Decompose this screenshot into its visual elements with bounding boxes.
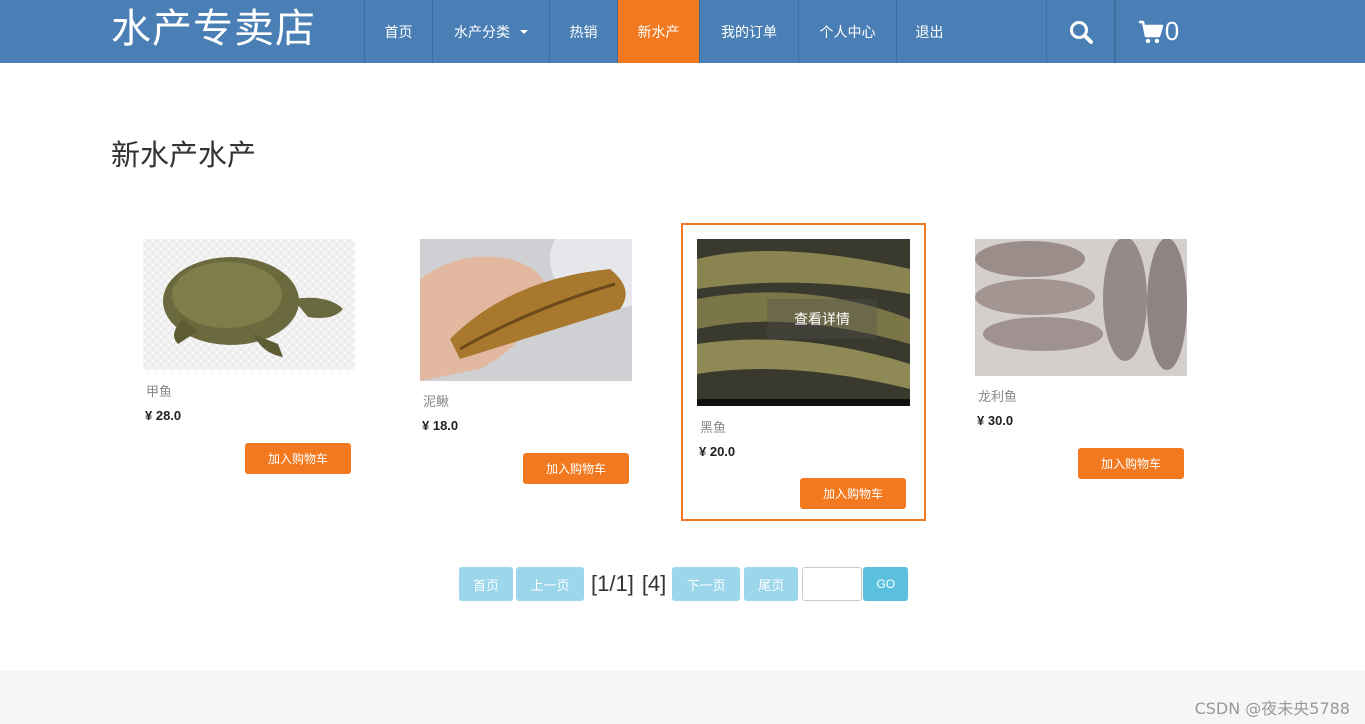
nav-tools: 0: [1046, 0, 1187, 63]
go-button[interactable]: GO: [863, 567, 909, 601]
watermark: CSDN @夜未央5788: [1194, 699, 1350, 718]
product-card-hovered: 查看详情 黑鱼 ¥ 20.0 加入购物车: [681, 223, 926, 521]
nav-logout-label: 退出: [915, 24, 944, 41]
nav-new[interactable]: 新水产: [617, 0, 699, 63]
page-indicator: [1/1]: [591, 571, 634, 596]
product-image[interactable]: [420, 239, 632, 381]
nav-my-orders[interactable]: 我的订单: [699, 0, 798, 63]
product-image[interactable]: 查看详情: [697, 239, 910, 406]
brand-title[interactable]: 水产专卖店: [111, 4, 316, 54]
cart-button[interactable]: 0: [1115, 0, 1187, 63]
add-to-cart-button[interactable]: 加入购物车: [245, 443, 351, 474]
product-image[interactable]: [975, 239, 1187, 376]
product-card: 龙利鱼 ¥ 30.0 加入购物车: [959, 223, 1205, 523]
product-image[interactable]: [143, 239, 355, 370]
last-page-button[interactable]: 尾页: [744, 567, 799, 601]
prev-page-button[interactable]: 上一页: [516, 567, 584, 601]
product-name[interactable]: 甲鱼: [146, 381, 172, 400]
search-button[interactable]: [1046, 0, 1115, 63]
view-details-overlay[interactable]: 查看详情: [767, 299, 877, 339]
nav-category-dropdown[interactable]: 水产分类: [432, 0, 549, 63]
cart-count: 0: [1164, 16, 1180, 46]
add-to-cart-button[interactable]: 加入购物车: [1078, 448, 1184, 479]
nav-new-label: 新水产: [637, 24, 680, 41]
pagination: 首页 上一页 [1/1] [4] 下一页 尾页 GO: [459, 567, 909, 601]
product-name[interactable]: 龙利鱼: [978, 386, 1017, 405]
caret-down-icon: [520, 29, 528, 34]
product-card: 甲鱼 ¥ 28.0 加入购物车: [127, 223, 373, 523]
top-navbar: 水产专卖店 首页 水产分类 热销 新水产 我的订单 个人中心 退出 0: [0, 0, 1365, 63]
nav-home-label: 首页: [384, 24, 413, 41]
page-title: 新水产水产: [111, 138, 257, 172]
product-name[interactable]: 泥鳅: [423, 391, 449, 410]
nav-home[interactable]: 首页: [364, 0, 432, 63]
nav-my-orders-label: 我的订单: [721, 24, 777, 41]
first-page-button[interactable]: 首页: [459, 567, 513, 601]
search-icon: [1069, 20, 1093, 44]
product-name[interactable]: 黑鱼: [700, 417, 726, 436]
footer: [0, 671, 1365, 724]
add-to-cart-button[interactable]: 加入购物车: [800, 478, 906, 509]
item-count: [4]: [641, 571, 667, 596]
product-price: ¥ 20.0: [699, 444, 736, 459]
nav-logout[interactable]: 退出: [896, 0, 962, 63]
page-number-input[interactable]: [802, 567, 863, 601]
nav-profile-label: 个人中心: [819, 24, 876, 41]
product-price: ¥ 28.0: [145, 408, 182, 423]
cart-icon: [1138, 20, 1164, 43]
next-page-button[interactable]: 下一页: [672, 567, 741, 601]
nav-hot[interactable]: 热销: [549, 0, 617, 63]
main-nav: 首页 水产分类 热销 新水产 我的订单 个人中心 退出: [364, 0, 962, 63]
nav-hot-label: 热销: [569, 24, 598, 41]
nav-profile[interactable]: 个人中心: [798, 0, 896, 63]
product-price: ¥ 30.0: [977, 413, 1014, 428]
product-card: 泥鳅 ¥ 18.0 加入购物车: [404, 223, 650, 523]
nav-category-label: 水产分类: [454, 24, 510, 41]
add-to-cart-button[interactable]: 加入购物车: [523, 453, 629, 484]
product-price: ¥ 18.0: [422, 418, 459, 433]
